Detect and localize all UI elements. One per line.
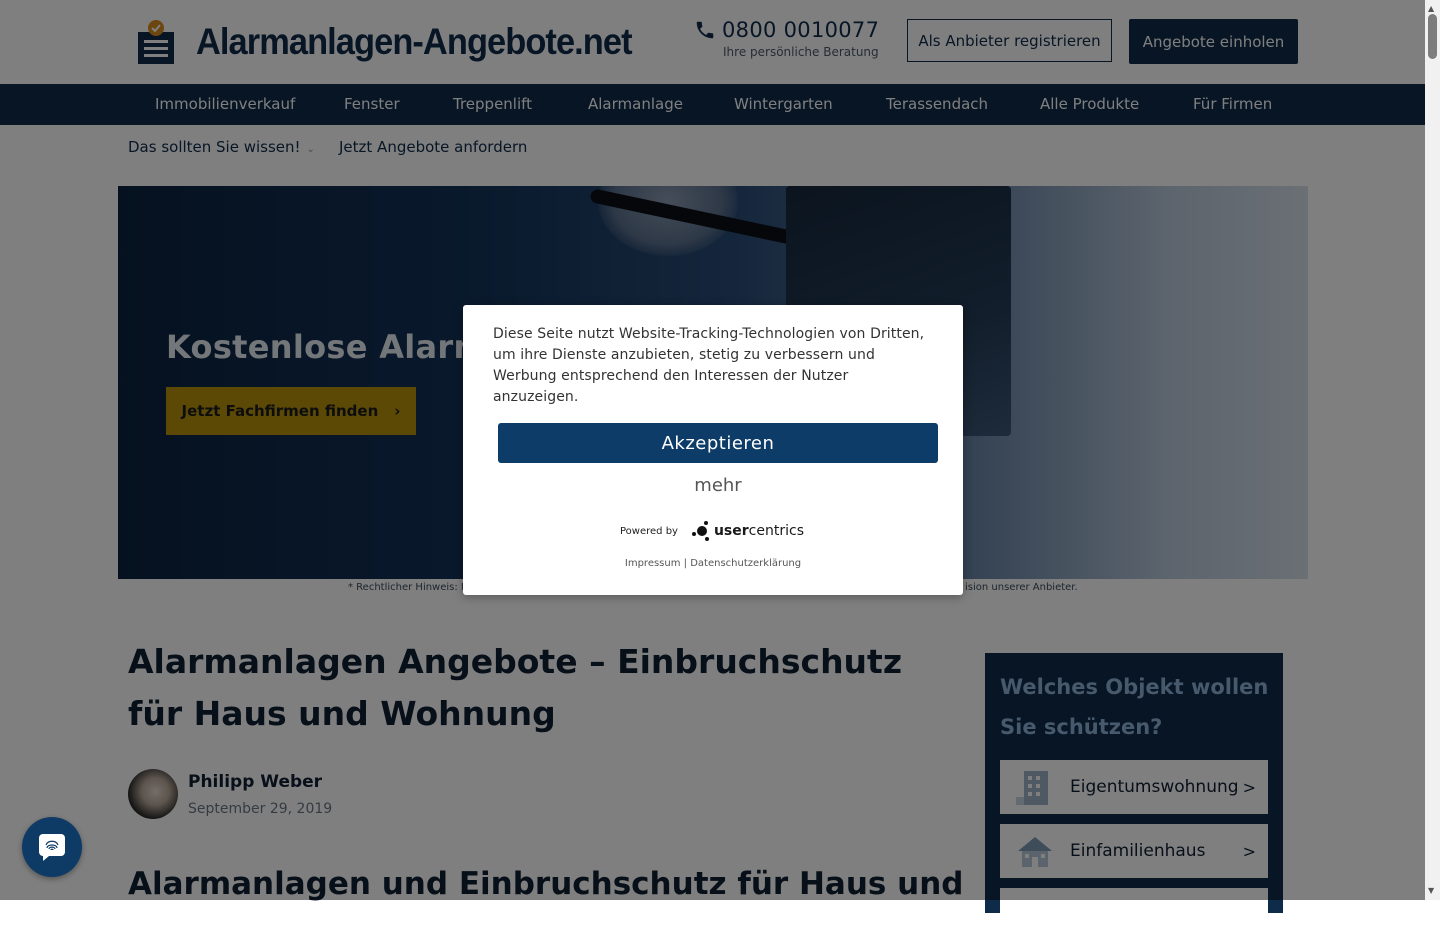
consent-links: Impressum | Datenschutzerklärung	[463, 558, 963, 569]
scroll-up-icon[interactable]: ▲	[1428, 4, 1434, 13]
brand-user: user	[713, 523, 749, 539]
link-separator: |	[680, 558, 691, 569]
privacy-link[interactable]: Datenschutzerklärung	[690, 558, 801, 569]
fingerprint-chat-icon	[39, 834, 65, 861]
scrollbar[interactable]	[1425, 0, 1440, 900]
powered-by: Powered by usercentrics	[620, 520, 804, 542]
brand-centrics: centrics	[748, 523, 804, 539]
impressum-link[interactable]: Impressum	[625, 558, 681, 569]
cookie-consent-dialog: Diese Seite nutzt Website-Tracking-Techn…	[463, 305, 963, 595]
more-button[interactable]: mehr	[498, 475, 938, 496]
consent-text: Diese Seite nutzt Website-Tracking-Techn…	[493, 326, 925, 405]
privacy-settings-button[interactable]	[22, 817, 82, 877]
usercentrics-dots-icon	[691, 521, 709, 541]
scroll-down-icon[interactable]: ▼	[1428, 886, 1434, 895]
usercentrics-logo[interactable]: usercentrics	[690, 520, 804, 542]
scrollbar-thumb[interactable]	[1428, 14, 1437, 59]
accept-button[interactable]: Akzeptieren	[498, 423, 938, 463]
powered-by-label: Powered by	[620, 525, 678, 537]
